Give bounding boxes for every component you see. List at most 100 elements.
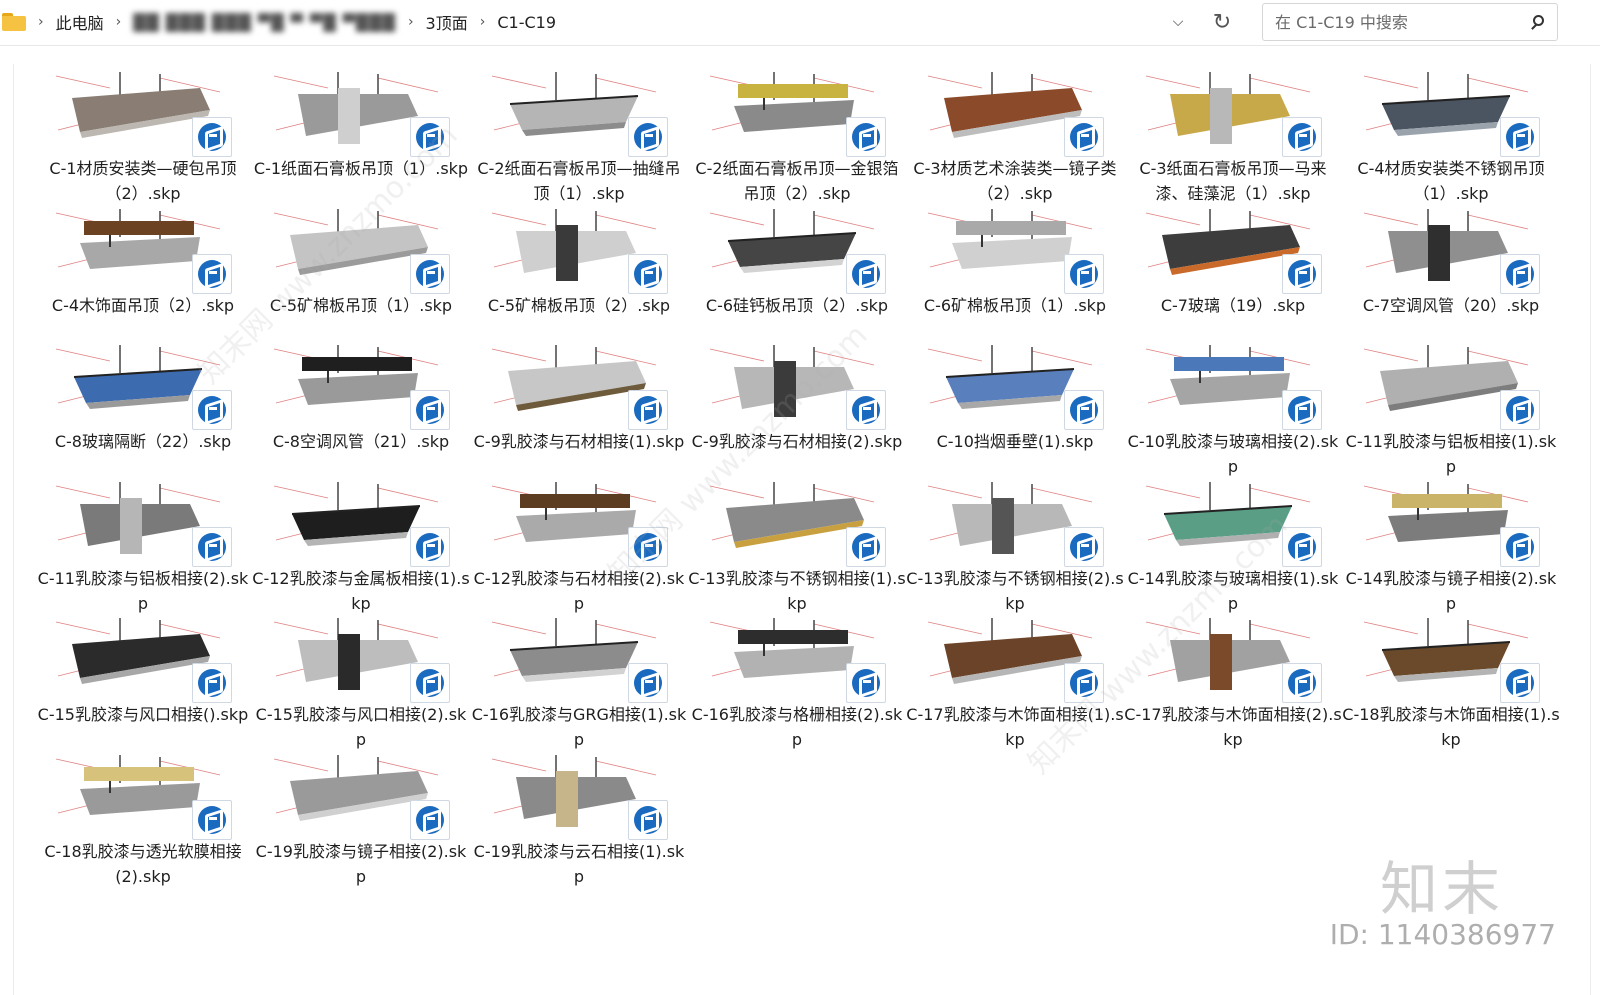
sketchup-file-icon [192,526,232,567]
file-item[interactable]: C-15乳胶漆与风口相接(2).skp [252,606,470,749]
file-item[interactable]: C-19乳胶漆与镜子相接(2).skp [252,743,470,886]
breadcrumb-ceiling[interactable]: 3顶面 [426,10,468,34]
sketchup-file-icon [1500,253,1540,294]
file-item[interactable]: C-16乳胶漆与GRG相接(1).skp [470,606,688,749]
file-item[interactable]: C-17乳胶漆与木饰面相接(2).skp [1124,606,1342,749]
file-name: C-1纸面石膏板吊顶（1）.skp [253,159,469,178]
sketchup-file-icon [1064,390,1104,430]
sketchup-file-icon [628,663,668,703]
file-name: C-17乳胶漆与木饰面相接(1).skp [906,705,1124,749]
file-name: C-5矿棉板吊顶（2）.skp [487,295,671,315]
file-name: C-7空调风管（20）.skp [1362,295,1540,315]
file-item[interactable]: C-5矿棉板吊顶（1）.skp [252,197,470,333]
sketchup-file-icon [846,253,886,294]
file-item[interactable]: C-13乳胶漆与不锈钢相接(2).skp [906,470,1124,613]
file-name: C-19乳胶漆与云石相接(1).skp [473,841,685,886]
explorer-top-bar: › 此电脑 › ██ ███ ███ ▀█ ▀ ▀█ ▀███ › 3顶面 › … [0,0,1600,46]
file-item[interactable]: C-2纸面石膏板吊顶—金银箔吊顶（2）.skp [688,60,906,203]
file-item[interactable]: C-5矿棉板吊顶（2）.skp [470,197,688,333]
sketchup-file-icon [1064,526,1104,567]
file-item[interactable]: C-19乳胶漆与云石相接(1).skp [470,743,688,886]
chevron-right-icon[interactable]: › [116,14,122,30]
file-item[interactable]: C-16乳胶漆与格栅相接(2).skp [688,606,906,749]
file-item[interactable]: C-14乳胶漆与玻璃相接(1).skp [1124,470,1342,613]
sketchup-file-icon [1500,526,1540,567]
breadcrumb-hidden-path[interactable]: ██ ███ ███ ▀█ ▀ ▀█ ▀███ [133,13,396,32]
file-item[interactable]: C-6硅钙板吊顶（2）.skp [688,197,906,333]
file-name: C-9乳胶漆与石材相接(1).skp [473,432,685,451]
file-item[interactable]: C-12乳胶漆与金属板相接(1).skp [252,470,470,613]
navigation-pane-edge [0,64,14,995]
sketchup-file-icon [846,390,886,430]
chevron-right-icon[interactable]: › [480,14,486,30]
file-item[interactable]: C-9乳胶漆与石材相接(2).skp [688,333,906,469]
file-name: C-18乳胶漆与木饰面相接(1).skp [1342,705,1560,749]
file-name: C-6矿棉板吊顶（1）.skp [923,295,1107,315]
sketchup-file-icon [1500,390,1540,430]
watermark-logo: 知末 [1379,855,1504,923]
file-item[interactable]: C-10挡烟垂壁(1).skp [906,333,1124,469]
sketchup-file-icon [628,253,668,294]
file-item[interactable]: C-4木饰面吊顶（2）.skp [34,197,252,333]
sketchup-file-icon [846,526,886,567]
file-item[interactable]: C-8空调风管（21）.skp [252,333,470,469]
file-item[interactable]: C-11乳胶漆与铝板相接(2).skp [34,470,252,613]
breadcrumb-current-folder[interactable]: C1-C19 [497,13,556,32]
sketchup-file-icon [1282,526,1322,567]
file-name: C-4木饰面吊顶（2）.skp [51,295,235,315]
file-name: C-7玻璃（19）.skp [1160,295,1306,315]
file-item[interactable]: C-18乳胶漆与木饰面相接(1).skp [1342,606,1560,749]
sketchup-file-icon [192,253,232,294]
file-item[interactable]: C-3材质艺术涂装类—镜子类（2）.skp [906,60,1124,203]
file-item[interactable]: C-9乳胶漆与石材相接(1).skp [470,333,688,469]
file-item[interactable]: C-18乳胶漆与透光软膜相接(2).skp [34,743,252,886]
file-item[interactable]: C-17乳胶漆与木饰面相接(1).skp [906,606,1124,749]
sketchup-file-icon [410,390,450,430]
chevron-right-icon[interactable]: › [408,14,414,30]
sketchup-file-icon [1500,663,1540,703]
file-item[interactable]: C-13乳胶漆与不锈钢相接(1).skp [688,470,906,613]
address-bar[interactable]: › 此电脑 › ██ ███ ███ ▀█ ▀ ▀█ ▀███ › 3顶面 › … [0,0,1246,44]
sketchup-file-icon [628,799,668,840]
folder-icon [2,13,26,31]
refresh-icon[interactable]: ↻ [1198,10,1246,35]
file-name: C-8玻璃隔断（22）.skp [54,432,232,451]
file-item[interactable]: C-1材质安装类—硬包吊顶（2）.skp [34,60,252,203]
vertical-scrollbar[interactable] [1590,64,1600,995]
sketchup-file-icon [192,390,232,430]
sketchup-file-icon [410,799,450,840]
sketchup-file-icon [1282,253,1322,294]
sketchup-file-icon [846,663,886,703]
search-box[interactable] [1262,3,1558,41]
sketchup-file-icon [1064,117,1104,157]
file-name: C-18乳胶漆与透光软膜相接(2).skp [44,841,242,886]
file-item[interactable]: C-4材质安装类不锈钢吊顶（1）.skp [1342,60,1560,203]
sketchup-file-icon [192,799,232,840]
watermark-id: ID: 1140386977 [1329,918,1556,951]
address-history-chevron-down-icon[interactable]: ⌵ [1158,14,1198,30]
sketchup-file-icon [846,117,886,157]
file-item[interactable]: C-15乳胶漆与风口相接().skp [34,606,252,742]
sketchup-file-icon [1282,117,1322,157]
file-item[interactable]: C-12乳胶漆与石材相接(2).skp [470,470,688,613]
file-item[interactable]: C-14乳胶漆与镜子相接(2).skp [1342,470,1560,613]
file-name: C-8空调风管（21）.skp [272,432,450,451]
breadcrumb-this-pc[interactable]: 此电脑 [56,10,104,34]
chevron-right-icon[interactable]: › [38,14,44,30]
search-input[interactable] [1263,7,1523,37]
file-item[interactable]: C-7空调风管（20）.skp [1342,197,1560,333]
search-icon[interactable] [1523,5,1557,39]
file-item[interactable]: C-2纸面石膏板吊顶—抽缝吊顶（1）.skp [470,60,688,203]
file-item[interactable]: C-11乳胶漆与铝板相接(1).skp [1342,333,1560,476]
sketchup-file-icon [1064,253,1104,294]
file-item[interactable]: C-6矿棉板吊顶（1）.skp [906,197,1124,333]
file-name: C-9乳胶漆与石材相接(2).skp [691,432,903,451]
file-item[interactable]: C-7玻璃（19）.skp [1124,197,1342,333]
file-name: C-6硅钙板吊顶（2）.skp [705,295,889,315]
file-item[interactable]: C-10乳胶漆与玻璃相接(2).skp [1124,333,1342,476]
sketchup-file-icon [628,526,668,567]
file-item[interactable]: C-1纸面石膏板吊顶（1）.skp [252,60,470,196]
file-item[interactable]: C-8玻璃隔断（22）.skp [34,333,252,469]
file-item[interactable]: C-3纸面石膏板吊顶—马来漆、硅藻泥（1）.skp [1124,60,1342,203]
sketchup-file-icon [1282,390,1322,430]
